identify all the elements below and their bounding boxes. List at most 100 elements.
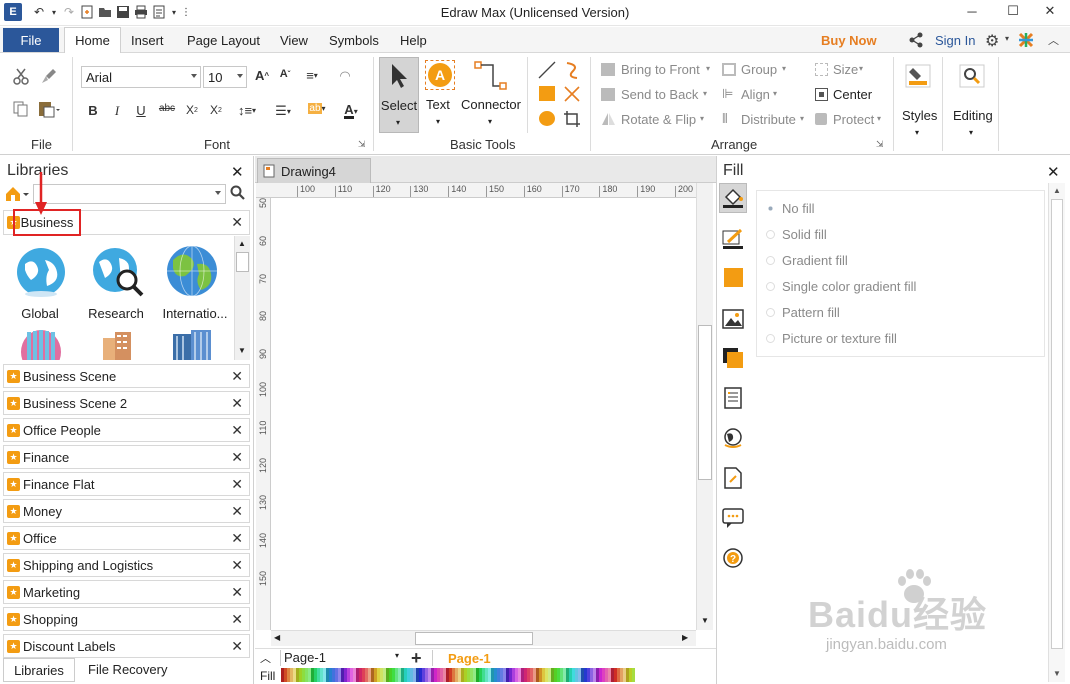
tab-insert[interactable]: Insert: [131, 33, 164, 48]
library-scroll-thumb[interactable]: [236, 252, 249, 272]
styles-dropdown-icon[interactable]: ▾: [915, 128, 919, 137]
radio-icon[interactable]: [766, 282, 775, 291]
library-row[interactable]: ★ Business Scene ✕: [3, 364, 250, 388]
share-icon[interactable]: [908, 32, 924, 51]
research-shape-icon[interactable]: [91, 246, 145, 298]
close-window-button[interactable]: ✕: [1030, 0, 1070, 22]
bring-to-front-button[interactable]: Bring to Front: [621, 62, 700, 77]
library-row[interactable]: ★ Business Scene 2 ✕: [3, 391, 250, 415]
buy-now-link[interactable]: Buy Now: [821, 33, 877, 48]
library-row[interactable]: ★ Office ✕: [3, 526, 250, 550]
editing-button[interactable]: Editing: [953, 108, 993, 123]
bring-to-front-dropdown-icon[interactable]: ▾: [706, 64, 710, 73]
tab-view[interactable]: View: [280, 33, 308, 48]
send-to-back-dropdown-icon[interactable]: ▾: [703, 89, 707, 98]
radio-icon[interactable]: [766, 334, 775, 343]
styles-icon[interactable]: [905, 64, 931, 88]
canvas-vscroll-thumb[interactable]: [698, 325, 712, 480]
canvas-vertical-scrollbar[interactable]: ▼: [696, 183, 713, 630]
format-painter-icon[interactable]: [40, 67, 58, 88]
global-shape-icon[interactable]: [15, 246, 67, 298]
cross-tool-icon[interactable]: [563, 85, 581, 103]
editing-search-icon[interactable]: [959, 64, 985, 88]
shape-style-icon[interactable]: ◠: [334, 68, 356, 84]
size-button[interactable]: Size: [833, 62, 858, 77]
tab-libraries[interactable]: Libraries: [3, 658, 75, 682]
comment-icon[interactable]: [722, 507, 744, 529]
minimize-button[interactable]: ─: [952, 0, 992, 22]
tab-symbols[interactable]: Symbols: [329, 33, 379, 48]
fill-scroll-up-icon[interactable]: ▲: [1053, 186, 1061, 195]
styles-button[interactable]: Styles: [902, 108, 937, 123]
fill-panel-scrollbar[interactable]: ▲ ▼: [1048, 183, 1065, 682]
text-tool-icon[interactable]: A: [425, 60, 455, 90]
text-highlight-icon[interactable]: ab ▾: [304, 103, 330, 114]
cut-icon[interactable]: [12, 67, 30, 88]
group-button[interactable]: Group: [741, 62, 777, 77]
close-libraries-icon[interactable]: ✕: [231, 163, 244, 181]
library-row[interactable]: ★ Shipping and Logistics ✕: [3, 553, 250, 577]
library-row[interactable]: ★ Money ✕: [3, 499, 250, 523]
page-expand-icon[interactable]: ︿: [260, 650, 271, 666]
bring-to-front-icon[interactable]: [601, 63, 615, 76]
close-fill-panel-icon[interactable]: ✕: [1047, 163, 1060, 181]
library-row[interactable]: ★ Finance ✕: [3, 445, 250, 469]
close-library-icon[interactable]: ✕: [231, 395, 243, 412]
increase-font-icon[interactable]: A ^: [253, 68, 271, 83]
library-search-input[interactable]: [33, 184, 226, 204]
canvas-scroll-left-icon[interactable]: ◀: [274, 633, 280, 642]
size-icon[interactable]: [815, 63, 828, 76]
scroll-up-icon[interactable]: ▲: [238, 239, 246, 248]
protect-lock-icon[interactable]: [815, 113, 827, 125]
fill-option[interactable]: Picture or texture fill: [766, 331, 897, 346]
skyscraper-shape-icon[interactable]: [169, 330, 217, 360]
help-icon[interactable]: ?: [722, 547, 744, 569]
settings-dropdown-icon[interactable]: ▾: [1005, 34, 1009, 43]
line-spacing-icon[interactable]: ↕≡ ▾: [233, 103, 261, 118]
image-icon[interactable]: [722, 308, 744, 330]
send-to-back-button[interactable]: Send to Back: [621, 87, 698, 102]
font-name-select[interactable]: Arial: [81, 66, 201, 88]
font-size-select[interactable]: 10: [203, 66, 247, 88]
canvas-scroll-right-icon[interactable]: ▶: [682, 633, 688, 642]
hyperlink-globe-icon[interactable]: [722, 427, 744, 449]
fill-option[interactable]: No fill: [766, 201, 815, 216]
rotate-flip-dropdown-icon[interactable]: ▾: [700, 114, 704, 123]
close-library-icon[interactable]: ✕: [231, 557, 243, 574]
arrange-dialog-launcher-icon[interactable]: ⇲: [876, 139, 884, 150]
rectangle-tool-icon[interactable]: [539, 86, 555, 101]
shadow-color-icon[interactable]: [724, 268, 743, 287]
distribute-icon[interactable]: ⦀: [722, 111, 728, 127]
subscript-icon[interactable]: X2: [184, 103, 200, 117]
italic-icon[interactable]: I: [110, 103, 124, 119]
attachment-icon[interactable]: [722, 467, 744, 489]
decrease-font-icon[interactable]: Aˇ: [276, 68, 294, 80]
font-dialog-launcher-icon[interactable]: ⇲: [358, 139, 366, 150]
line-style-icon[interactable]: [722, 228, 744, 250]
radio-icon[interactable]: [766, 308, 775, 317]
radio-icon[interactable]: [766, 204, 775, 213]
close-library-icon[interactable]: ✕: [231, 530, 243, 547]
underline-icon[interactable]: U: [134, 103, 148, 118]
close-library-icon[interactable]: ✕: [231, 584, 243, 601]
ellipse-tool-icon[interactable]: [539, 111, 555, 126]
strikethrough-icon[interactable]: abc: [158, 103, 176, 114]
fill-option[interactable]: Gradient fill: [766, 253, 848, 268]
library-row[interactable]: ★ Marketing ✕: [3, 580, 250, 604]
size-dropdown-icon[interactable]: ▾: [859, 64, 863, 73]
tab-help[interactable]: Help: [400, 33, 427, 48]
canvas-scroll-down-icon[interactable]: ▼: [701, 616, 709, 625]
tab-file-recovery[interactable]: File Recovery: [88, 662, 167, 677]
close-library-icon[interactable]: ✕: [231, 638, 243, 655]
library-search-icon[interactable]: [230, 185, 246, 204]
connector-tool-label[interactable]: Connector: [461, 97, 521, 112]
close-library-icon[interactable]: ✕: [231, 503, 243, 520]
copy-icon[interactable]: [12, 100, 30, 121]
document-tab[interactable]: Drawing4: [257, 158, 371, 183]
line-tool-icon[interactable]: [538, 61, 556, 79]
balloon-shape-icon[interactable]: [19, 330, 63, 360]
superscript-icon[interactable]: X2: [208, 103, 224, 117]
canvas-horizontal-scrollbar[interactable]: ◀ ▶: [271, 630, 696, 646]
fill-option[interactable]: Solid fill: [766, 227, 827, 242]
center-icon[interactable]: [815, 88, 828, 101]
